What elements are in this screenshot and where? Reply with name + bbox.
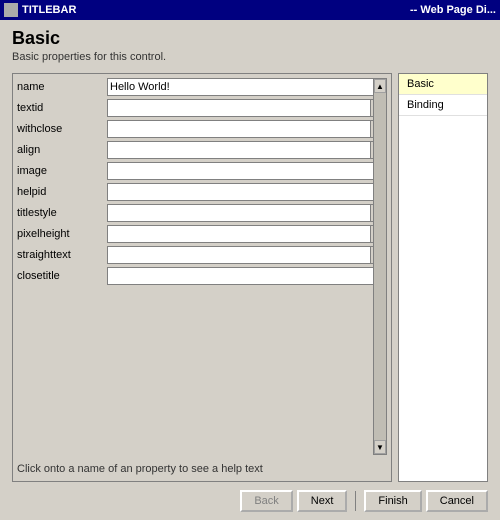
titlebar-left: TITLEBAR [4,3,76,17]
prop-label-withclose: withclose [17,123,107,135]
prop-input-helpid[interactable] [107,183,387,201]
tab-basic[interactable]: Basic [399,74,487,95]
property-row-closetitle: closetitle [17,267,387,285]
property-row-pixelheight: pixelheight▼ [17,225,387,243]
prop-input-name[interactable] [107,78,387,96]
prop-label-pixelheight: pixelheight [17,228,107,240]
prop-input-textid[interactable] [107,99,371,117]
help-text: Click onto a name of an property to see … [17,461,387,477]
button-separator [355,491,356,511]
prop-input-image[interactable] [107,162,387,180]
property-row-helpid: helpid [17,183,387,201]
prop-label-image: image [17,165,107,177]
property-row-align: align▼ [17,141,387,159]
page-subtitle: Basic properties for this control. [12,51,488,63]
property-row-straighttext: straighttext▼ [17,246,387,264]
right-panel: BasicBinding [398,73,488,482]
main-content: nametextid▼withclose▼align▼imagehelpidti… [12,73,488,482]
property-row-name: name [17,78,387,96]
prop-input-container-helpid [107,183,387,201]
page-title: Basic [12,28,488,49]
scroll-track [374,93,386,440]
left-panel: nametextid▼withclose▼align▼imagehelpidti… [12,73,392,482]
prop-input-container-closetitle [107,267,387,285]
prop-label-name: name [17,81,107,93]
property-row-titlestyle: titlestyle▼ [17,204,387,222]
finish-button[interactable]: Finish [364,490,421,512]
prop-input-pixelheight[interactable] [107,225,371,243]
tab-list: BasicBinding [398,73,488,482]
property-row-image: image [17,162,387,180]
prop-label-helpid: helpid [17,186,107,198]
scroll-container: nametextid▼withclose▼align▼imagehelpidti… [17,78,387,455]
titlebar-right-text: -- Web Page Di... [410,4,496,16]
prop-input-align[interactable] [107,141,371,159]
prop-label-straighttext: straighttext [17,249,107,261]
prop-label-titlestyle: titlestyle [17,207,107,219]
prop-input-container-withclose: ▼ [107,120,387,138]
prop-input-titlestyle[interactable] [107,204,371,222]
scrollbar[interactable]: ▲ ▼ [373,78,387,455]
properties-table: nametextid▼withclose▼align▼imagehelpidti… [17,78,387,285]
prop-label-closetitle: closetitle [17,270,107,282]
prop-input-straighttext[interactable] [107,246,371,264]
dialog: Basic Basic properties for this control.… [0,20,500,520]
prop-input-container-textid: ▼ [107,99,387,117]
prop-input-closetitle[interactable] [107,267,387,285]
prop-input-container-align: ▼ [107,141,387,159]
property-row-withclose: withclose▼ [17,120,387,138]
scroll-down-button[interactable]: ▼ [374,440,386,454]
tab-binding[interactable]: Binding [399,95,487,116]
next-button[interactable]: Next [297,490,348,512]
titlebar: TITLEBAR -- Web Page Di... [0,0,500,20]
cancel-button[interactable]: Cancel [426,490,488,512]
property-row-textid: textid▼ [17,99,387,117]
prop-label-textid: textid [17,102,107,114]
prop-input-container-name [107,78,387,96]
prop-input-container-pixelheight: ▼ [107,225,387,243]
prop-input-withclose[interactable] [107,120,371,138]
scroll-up-button[interactable]: ▲ [374,79,386,93]
back-button[interactable]: Back [240,490,292,512]
prop-input-container-straighttext: ▼ [107,246,387,264]
button-row: Back Next Finish Cancel [12,482,488,512]
prop-input-container-titlestyle: ▼ [107,204,387,222]
titlebar-title: TITLEBAR [22,4,76,16]
prop-input-container-image [107,162,387,180]
prop-label-align: align [17,144,107,156]
titlebar-app-icon [4,3,18,17]
